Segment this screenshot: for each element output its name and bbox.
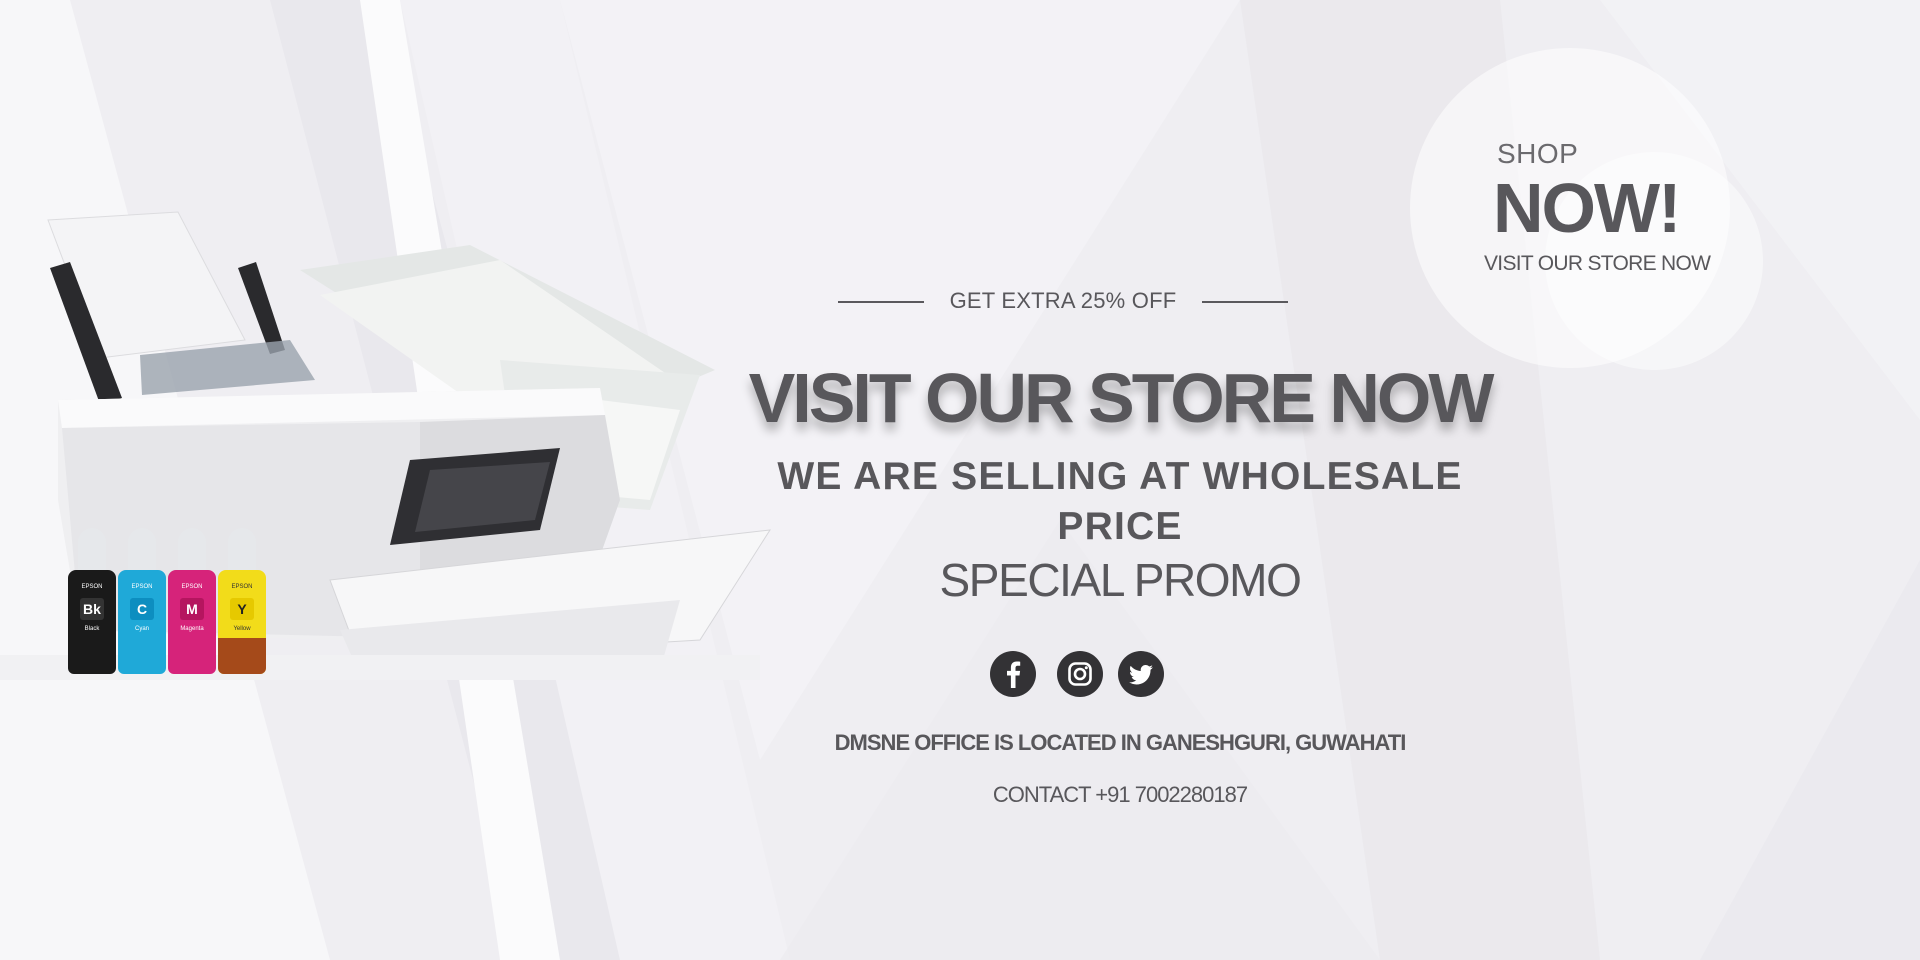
ink-bottle-cyan: EPSON C Cyan	[118, 528, 166, 674]
bottle-code: M	[180, 598, 204, 620]
offer-divider-right	[1202, 301, 1288, 303]
bottle-brand: EPSON	[231, 584, 253, 590]
badge-shop-text: SHOP	[1497, 138, 1579, 169]
facebook-icon[interactable]	[990, 651, 1036, 697]
ink-bottles: EPSON Bk Black EPSON C Cyan EPSON M Mage…	[68, 528, 268, 674]
bottle-code: C	[130, 598, 154, 620]
contact-phone[interactable]: CONTACT +91 7002280187	[740, 782, 1500, 808]
bottle-label: Cyan	[134, 626, 149, 632]
bottle-brand: EPSON	[181, 584, 203, 590]
instagram-icon[interactable]	[1057, 651, 1103, 697]
offer-banner: GET EXTRA 25% OFF	[838, 284, 1288, 320]
special-promo-text: SPECIAL PROMO	[939, 554, 1302, 606]
bottle-code: Bk	[80, 598, 104, 620]
wholesale-subheading: WE ARE SELLING AT WHOLESALE PRICE	[777, 455, 1463, 548]
ink-bottle-black: EPSON Bk Black	[68, 528, 116, 674]
bottle-label: Yellow	[233, 626, 251, 632]
office-location: DMSNE OFFICE IS LOCATED IN GANESHGURI, G…	[834, 730, 1407, 755]
bottle-label: Magenta	[180, 626, 204, 632]
bottle-label: Black	[84, 626, 100, 632]
bottle-brand: EPSON	[81, 584, 103, 590]
bottle-body-bottom	[218, 638, 266, 674]
bottle-code: Y	[230, 598, 254, 620]
bottle-brand: EPSON	[131, 584, 153, 590]
badge-now-text: NOW!	[1493, 169, 1681, 247]
ink-bottle-magenta: EPSON M Magenta	[168, 528, 216, 674]
ink-bottle-yellow: EPSON Y Yellow	[218, 528, 266, 674]
main-headline: VISIT OUR STORE NOW	[748, 359, 1495, 437]
badge-subtext: VISIT OUR STORE NOW	[1484, 252, 1711, 275]
twitter-icon[interactable]	[1118, 651, 1164, 697]
